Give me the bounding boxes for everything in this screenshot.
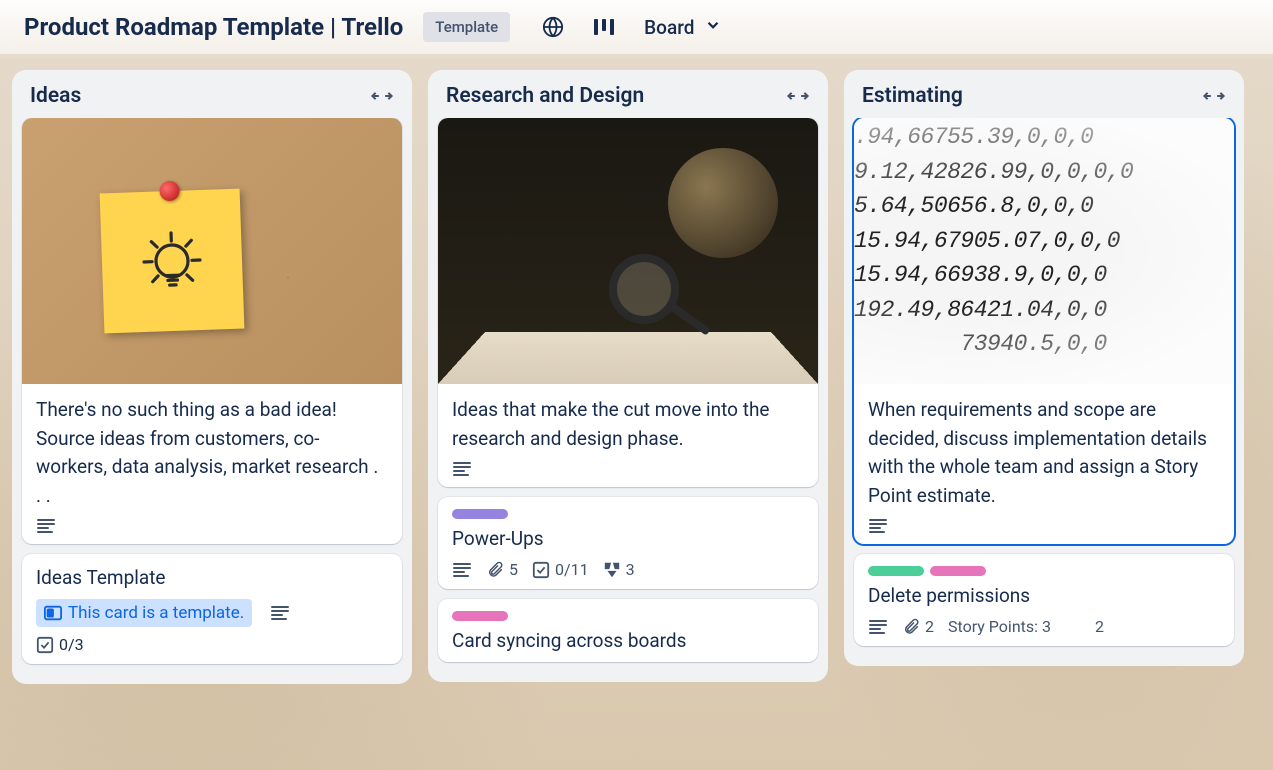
- card-title: Delete permissions: [868, 584, 1220, 607]
- extra-count: 2: [1095, 617, 1104, 636]
- attachment-badge: 2: [902, 617, 934, 636]
- attachment-count: 5: [509, 560, 518, 579]
- card[interactable]: There's no such thing as a bad idea! Sou…: [22, 118, 402, 544]
- card[interactable]: Power-Ups 5 0/11: [438, 497, 818, 589]
- label-pink[interactable]: [930, 566, 986, 576]
- card[interactable]: .94,66755.39,0,0,0 9.12,42826.99,0,0,0,0…: [854, 118, 1234, 544]
- description-icon: [452, 562, 472, 578]
- card-body: Ideas that make the cut move into the re…: [438, 384, 818, 487]
- card-title: Card syncing across boards: [452, 629, 804, 652]
- board-view-icon: [592, 17, 616, 37]
- card-title: Ideas Template: [36, 566, 388, 589]
- card[interactable]: Card syncing across boards: [438, 599, 818, 662]
- template-badge[interactable]: Template: [423, 12, 510, 42]
- checklist-badge: 0/3: [36, 635, 84, 654]
- card-body: Ideas Template This card is a template.: [22, 554, 402, 664]
- label-pink[interactable]: [452, 611, 508, 621]
- checklist-badge: 0/11: [532, 560, 589, 579]
- collapse-list-button[interactable]: [786, 87, 810, 105]
- list-title[interactable]: Ideas: [30, 84, 81, 108]
- collapse-list-button[interactable]: [1202, 87, 1226, 105]
- list-estimating: Estimating .94,66755.39,0,0,0 9.12,42826…: [844, 70, 1244, 666]
- card-cover-image: [22, 118, 402, 384]
- globe-icon[interactable]: [542, 16, 564, 38]
- description-icon: [452, 461, 472, 477]
- template-notice-text: This card is a template.: [68, 603, 244, 623]
- list-body: There's no such thing as a bad idea! Sou…: [12, 118, 412, 684]
- board-header: Product Roadmap Template | Trello Templa…: [0, 0, 1273, 54]
- list-research-design: Research and Design Ideas that make the …: [428, 70, 828, 682]
- view-switcher[interactable]: Board: [644, 16, 722, 39]
- story-points-badge: Story Points: 3: [948, 617, 1051, 636]
- card-labels: [868, 566, 1220, 576]
- attachment-badge: 5: [486, 560, 518, 579]
- description-icon: [868, 518, 888, 534]
- checklist-count: 0/11: [555, 560, 589, 579]
- list-header: Estimating: [844, 70, 1244, 118]
- card-body: Power-Ups 5 0/11: [438, 497, 818, 589]
- description-icon: [36, 518, 56, 534]
- label-purple[interactable]: [452, 509, 508, 519]
- collapse-list-button[interactable]: [370, 87, 394, 105]
- description-icon: [868, 619, 888, 635]
- card[interactable]: Ideas that make the cut move into the re…: [438, 118, 818, 487]
- card-labels: [452, 509, 804, 519]
- card-title: Power-Ups: [452, 527, 804, 550]
- header-icons-group: Board: [542, 16, 722, 39]
- list-body: .94,66755.39,0,0,0 9.12,42826.99,0,0,0,0…: [844, 118, 1244, 666]
- board-area: Ideas There's no: [0, 54, 1273, 762]
- card-labels: [452, 611, 804, 621]
- attachment-count: 2: [925, 617, 934, 636]
- extra-count: 3: [626, 560, 635, 579]
- card[interactable]: Ideas Template This card is a template.: [22, 554, 402, 664]
- powerup-badge: 3: [603, 560, 635, 579]
- card[interactable]: Delete permissions 2 Story Points: 3 2: [854, 554, 1234, 646]
- list-header: Ideas: [12, 70, 412, 118]
- list-ideas: Ideas There's no: [12, 70, 412, 684]
- list-title[interactable]: Estimating: [862, 84, 963, 108]
- list-header: Research and Design: [428, 70, 828, 118]
- description-icon: [270, 605, 290, 621]
- card-body: Delete permissions 2 Story Points: 3 2: [854, 554, 1234, 646]
- card-text: Ideas that make the cut move into the re…: [452, 396, 804, 453]
- card-cover-image: [438, 118, 818, 384]
- template-card-badge: This card is a template.: [36, 599, 252, 627]
- board-title: Product Roadmap Template | Trello: [24, 13, 403, 41]
- card-text: When requirements and scope are decided,…: [868, 396, 1220, 510]
- view-label: Board: [644, 16, 694, 39]
- card-body: Card syncing across boards: [438, 599, 818, 662]
- card-body: There's no such thing as a bad idea! Sou…: [22, 384, 402, 544]
- label-green[interactable]: [868, 566, 924, 576]
- card-body: When requirements and scope are decided,…: [854, 384, 1234, 544]
- list-title[interactable]: Research and Design: [446, 84, 644, 108]
- checklist-count: 0/3: [59, 635, 84, 654]
- chevron-down-icon: [704, 16, 722, 39]
- card-text: There's no such thing as a bad idea! Sou…: [36, 396, 388, 510]
- card-cover-image: .94,66755.39,0,0,0 9.12,42826.99,0,0,0,0…: [854, 118, 1234, 384]
- list-body: Ideas that make the cut move into the re…: [428, 118, 828, 682]
